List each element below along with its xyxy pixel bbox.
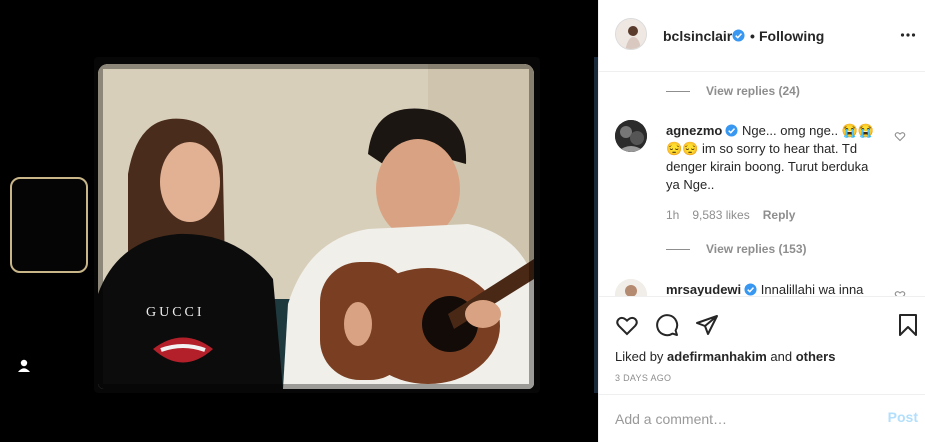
liked-by-line: Liked by adefirmanhakim and others <box>615 349 835 364</box>
user-tag-icon[interactable] <box>16 358 32 374</box>
verified-badge-icon <box>725 124 738 137</box>
verified-badge-icon <box>744 283 757 296</box>
view-replies-label: View replies (153) <box>706 242 807 256</box>
comment-time[interactable]: 1h <box>666 208 679 222</box>
liked-by-prefix: Liked by <box>615 349 664 364</box>
comment-meta: 1h 9,583 likes Reply <box>666 208 808 222</box>
post-comment-button[interactable]: Post <box>888 409 918 425</box>
like-comment-heart-icon[interactable] <box>894 289 906 296</box>
view-replies-button[interactable]: View replies (24) <box>666 84 800 98</box>
following-button[interactable]: Following <box>759 28 824 44</box>
comment-body: mrsayudewi Innalillahi wa inna <box>666 281 882 296</box>
comment-text: Innalillahi wa inna <box>760 282 864 296</box>
header-separator: • <box>750 28 755 44</box>
author-username[interactable]: bclsinclair <box>663 28 732 44</box>
verified-badge-icon <box>732 29 745 42</box>
video-scene: GUCCI <box>98 64 534 389</box>
reply-button[interactable]: Reply <box>763 208 796 222</box>
video-illustration: GUCCI <box>98 64 534 389</box>
commenter-avatar[interactable] <box>615 279 647 296</box>
liked-by-and: and <box>770 349 793 364</box>
post-actions: Liked by adefirmanhakim and others 3 DAY… <box>599 296 925 394</box>
post-side-panel: bclsinclair • Following View replies (24… <box>598 0 925 442</box>
commenter-avatar[interactable] <box>615 120 647 152</box>
instagram-post-view: GUCCI bclsinclair • Following View repli… <box>0 0 925 442</box>
share-paper-plane-icon[interactable] <box>695 313 719 337</box>
liked-by-others[interactable]: others <box>796 349 836 364</box>
replies-line <box>666 91 690 93</box>
like-comment-heart-icon[interactable] <box>894 130 906 142</box>
commenter-username[interactable]: agnezmo <box>666 123 722 138</box>
video-frame[interactable]: GUCCI <box>94 57 540 393</box>
post-timestamp[interactable]: 3 DAYS AGO <box>615 373 671 383</box>
replies-line <box>666 249 690 251</box>
comments-list[interactable]: View replies (24) agnezmo Nge... omg nge… <box>599 73 925 296</box>
liked-by-user[interactable]: adefirmanhakim <box>667 349 767 364</box>
save-bookmark-icon[interactable] <box>896 313 920 337</box>
like-heart-icon[interactable] <box>615 313 639 337</box>
comment-bubble-icon[interactable] <box>655 313 679 337</box>
post-header: bclsinclair • Following <box>599 0 925 72</box>
comment-body: agnezmo Nge... omg nge.. 😭😭😔😔 im so sorr… <box>666 122 882 194</box>
comment-input[interactable] <box>615 409 865 429</box>
comment-likes[interactable]: 9,583 likes <box>692 208 749 222</box>
more-options-icon[interactable] <box>900 27 916 43</box>
add-comment-bar: Post <box>599 394 925 442</box>
view-replies-button[interactable]: View replies (153) <box>666 242 807 256</box>
post-media[interactable]: GUCCI <box>0 0 598 442</box>
view-replies-label: View replies (24) <box>706 84 800 98</box>
commenter-username[interactable]: mrsayudewi <box>666 282 741 296</box>
shirt-text: GUCCI <box>146 305 205 320</box>
author-avatar[interactable] <box>615 18 647 50</box>
side-frame-thumbnail <box>10 177 88 273</box>
